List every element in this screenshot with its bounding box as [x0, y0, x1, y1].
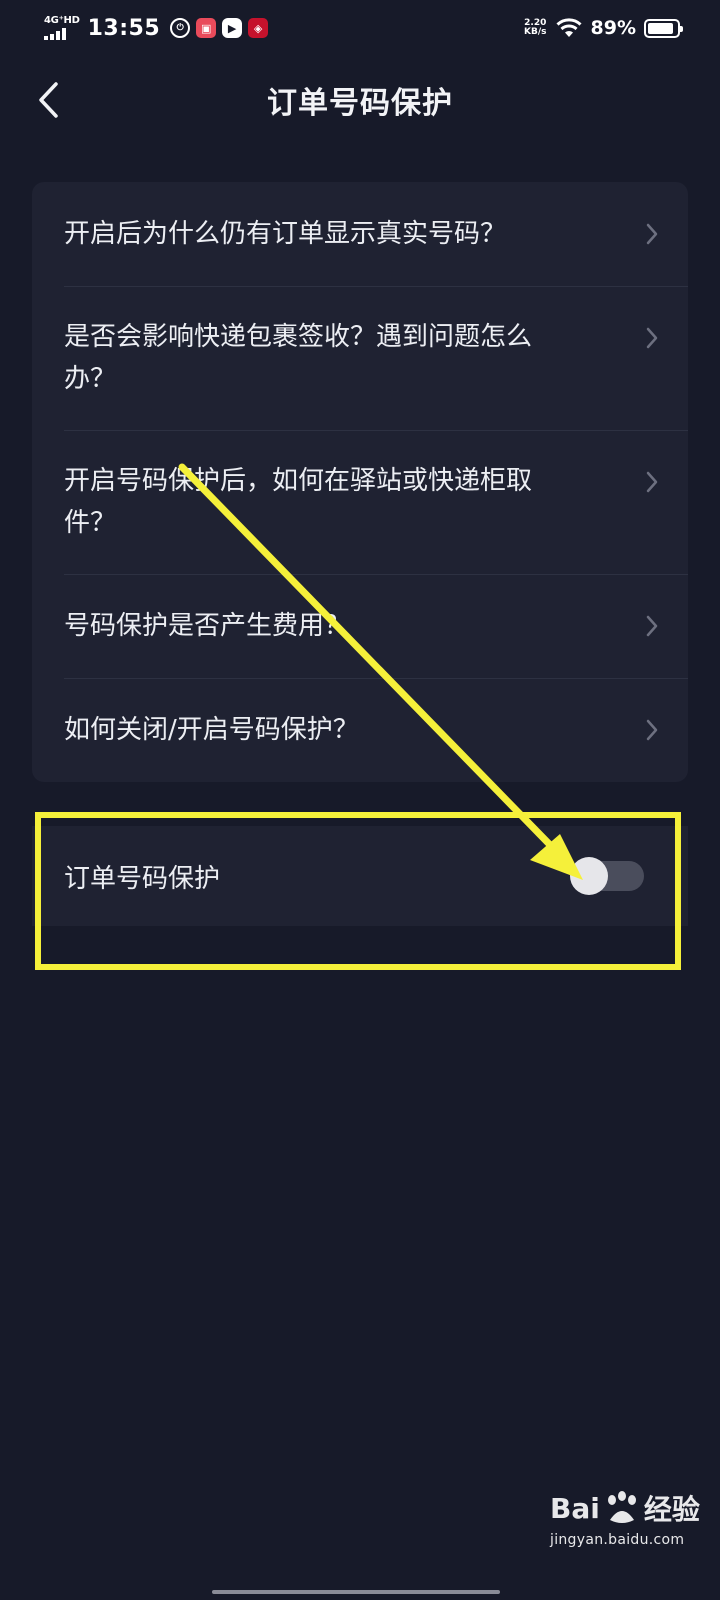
annotation-arrow: [178, 463, 583, 880]
home-indicator[interactable]: [212, 1590, 500, 1594]
paw-icon: [607, 1491, 636, 1523]
watermark-right: 经验: [643, 1493, 700, 1526]
watermark-url: jingyan.baidu.com: [550, 1532, 685, 1548]
watermark-left: Bai: [550, 1491, 600, 1525]
baidu-watermark: Bai 经验 jingyan.baidu.com: [550, 1488, 700, 1568]
